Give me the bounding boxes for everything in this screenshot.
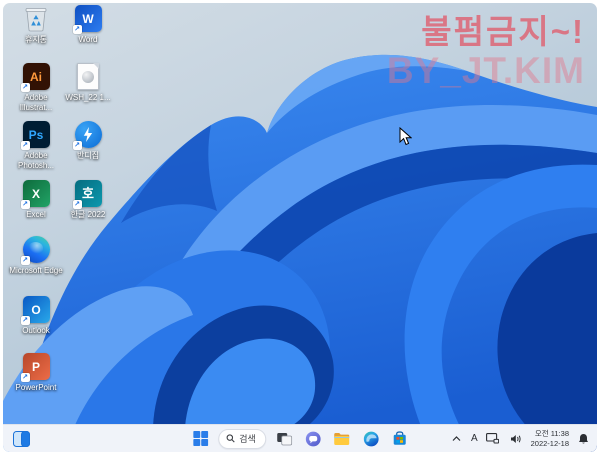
taskbar-center-group: 검색 (189, 425, 411, 452)
word-letter-glyph: W (82, 13, 93, 25)
desktop-icon-adobe-photoshop[interactable]: Ps↗Adobe Photosh... (9, 121, 63, 170)
desktop-icon-label: WSH_22 1... (65, 93, 110, 103)
chat-icon (305, 431, 321, 447)
lightning-bolt-glyph (83, 127, 94, 142)
speaker-icon (510, 434, 522, 444)
file-explorer-button[interactable] (331, 428, 353, 450)
adobe-illustrator-icon: Ai↗ (23, 63, 50, 90)
shortcut-arrow-badge: ↗ (73, 25, 82, 34)
system-tray: A 오전 11:38 2022-12-18 (450, 425, 591, 452)
task-view-icon (276, 432, 292, 446)
notifications-button[interactable] (576, 428, 591, 450)
powerpoint-icon: P↗ (23, 353, 50, 380)
taskbar-search-box[interactable]: 검색 (218, 429, 266, 449)
desktop-icon-powerpoint[interactable]: P↗PowerPoint (9, 353, 63, 393)
shortcut-arrow-badge: ↗ (21, 373, 30, 382)
shortcut-arrow-badge: ↗ (21, 83, 30, 92)
tray-overflow-chevron[interactable] (450, 428, 464, 450)
clock-date: 2022-12-18 (531, 439, 569, 448)
excel-letter-glyph: X (32, 188, 40, 200)
adobe-photoshop-icon: Ps↗ (23, 121, 50, 148)
microsoft-edge-icon: ↗ (23, 236, 50, 263)
excel-icon: X↗ (23, 180, 50, 207)
desktop-icon-adobe-illustrator[interactable]: Ai↗Adobe Illustrat... (9, 63, 63, 112)
windows-start-icon (193, 431, 208, 446)
screenshot-frame: 불펌금지~! BY_JT.KIM 휴지통W↗WordAi↗Adobe Illus… (0, 0, 601, 456)
desktop[interactable]: 불펌금지~! BY_JT.KIM 휴지통W↗WordAi↗Adobe Illus… (3, 3, 597, 452)
hangul-2022-icon: 호↗ (75, 180, 102, 207)
desktop-icon-label: Word (79, 35, 98, 45)
desktop-icon-hangul-2022[interactable]: 호↗한글 2022 (61, 180, 115, 220)
clock-time: 오전 11:38 (531, 429, 569, 438)
desktop-icon-label: Adobe Photosh... (9, 151, 63, 170)
shortcut-arrow-badge: ↗ (21, 141, 30, 150)
shortcut-arrow-badge: ↗ (21, 316, 30, 325)
powerpoint-letter-glyph: P (32, 361, 40, 373)
network-icon (486, 433, 499, 444)
file-explorer-icon (333, 432, 350, 446)
generic-file-glyph (77, 63, 99, 90)
edge-icon (363, 431, 379, 447)
outlook-letter-glyph: O (31, 304, 40, 316)
wsh-file-icon (75, 63, 102, 90)
desktop-icon-word[interactable]: W↗Word (61, 5, 115, 45)
shortcut-arrow-badge: ↗ (21, 200, 30, 209)
desktop-icon-recycle-bin[interactable]: 휴지통 (9, 5, 63, 45)
adobe-illustrator-letter-glyph: Ai (30, 71, 42, 83)
task-view-button[interactable] (273, 428, 295, 450)
bandizip-icon: ↗ (75, 121, 102, 148)
widgets-button[interactable] (11, 428, 33, 449)
widgets-icon (13, 431, 30, 447)
recycle-bin-icon (23, 5, 50, 32)
microsoft-store-icon (392, 431, 407, 446)
desktop-icon-label: 휴지통 (25, 35, 47, 45)
chevron-up-icon (452, 436, 461, 442)
hangul-2022-letter-glyph: 호 (82, 187, 94, 200)
desktop-icon-label: Adobe Illustrat... (9, 93, 63, 112)
ime-indicator[interactable]: A (471, 433, 478, 444)
network-button[interactable] (485, 428, 501, 450)
word-icon: W↗ (75, 5, 102, 32)
desktop-icon-label: PowerPoint (16, 383, 57, 393)
desktop-icon-label: Outlook (22, 326, 50, 336)
desktop-icon-outlook[interactable]: O↗Outlook (9, 296, 63, 336)
search-label: 검색 (239, 432, 256, 445)
store-button[interactable] (389, 428, 411, 450)
desktop-icon-microsoft-edge[interactable]: ↗Microsoft Edge (9, 236, 63, 276)
bell-icon (578, 433, 589, 445)
recycle-bin-glyph (24, 5, 48, 32)
shortcut-arrow-badge: ↗ (73, 141, 82, 150)
desktop-icon-label: Microsoft Edge (9, 266, 62, 276)
edge-button[interactable] (360, 428, 382, 450)
desktop-icon-wsh-file[interactable]: WSH_22 1... (61, 63, 115, 103)
start-button[interactable] (189, 428, 211, 450)
desktop-icon-bandizip[interactable]: ↗반디집 (61, 121, 115, 161)
desktop-icon-label: Excel (26, 210, 46, 220)
adobe-photoshop-letter-glyph: Ps (29, 129, 44, 141)
desktop-icon-label: 한글 2022 (71, 210, 106, 220)
search-icon (226, 434, 235, 443)
shortcut-arrow-badge: ↗ (73, 200, 82, 209)
desktop-icon-label: 반디집 (77, 151, 99, 161)
shortcut-arrow-badge: ↗ (21, 256, 30, 265)
taskbar-clock[interactable]: 오전 11:38 2022-12-18 (531, 429, 569, 448)
chat-button[interactable] (302, 428, 324, 450)
volume-button[interactable] (508, 428, 524, 450)
desktop-icon-excel[interactable]: X↗Excel (9, 180, 63, 220)
outlook-icon: O↗ (23, 296, 50, 323)
taskbar: 검색 (3, 424, 597, 452)
